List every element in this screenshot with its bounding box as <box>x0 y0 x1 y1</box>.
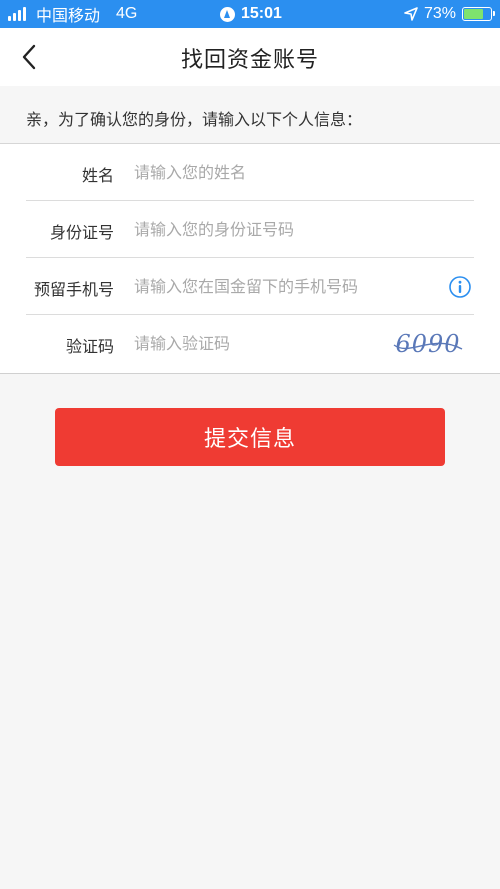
status-bar-left: 中国移动 4G <box>8 4 138 25</box>
captcha-image[interactable]: 6090 <box>392 327 464 361</box>
status-bar-right: 73% <box>404 4 495 24</box>
carrier-name: 中国移动 <box>36 8 101 25</box>
form-row-id-number: 身份证号 <box>0 201 500 258</box>
signal-strength-icon <box>8 7 26 21</box>
info-button[interactable] <box>448 275 472 299</box>
id-number-input[interactable] <box>134 213 434 245</box>
name-input[interactable] <box>134 156 434 188</box>
location-arrow-icon <box>404 7 418 21</box>
form-row-name: 姓名 <box>0 144 500 201</box>
network-type: 4G <box>116 5 138 22</box>
status-bar-center: 15:01 <box>220 4 282 24</box>
form-row-captcha: 验证码 6090 <box>0 315 500 372</box>
info-icon <box>449 276 471 298</box>
battery-icon <box>462 7 495 21</box>
instruction-text: 亲，为了确认您的身份，请输入以下个人信息： <box>26 110 363 129</box>
battery-level-fill <box>464 9 483 19</box>
phone-label: 预留手机号 <box>33 280 114 299</box>
identity-form: 姓名 身份证号 预留手机号 验证码 6090 <box>0 144 500 374</box>
status-bar: 中国移动 4G 15:01 73% <box>0 0 500 28</box>
id-number-label: 身份证号 <box>49 223 114 242</box>
instruction-banner: 亲，为了确认您的身份，请输入以下个人信息： <box>0 86 500 144</box>
captcha-input[interactable] <box>134 327 374 359</box>
page-title: 找回资金账号 <box>180 48 319 73</box>
navigation-bar: 找回资金账号 <box>0 28 500 86</box>
clock: 15:01 <box>241 5 282 22</box>
phone-input[interactable] <box>134 270 439 302</box>
name-label: 姓名 <box>81 166 114 185</box>
captcha-graphic: 6090 <box>393 330 463 358</box>
battery-percent: 73% <box>423 5 456 22</box>
submit-button[interactable]: 提交信息 <box>55 408 445 466</box>
captcha-label: 验证码 <box>65 337 114 356</box>
form-row-phone: 预留手机号 <box>0 258 500 315</box>
location-services-icon <box>220 6 235 22</box>
